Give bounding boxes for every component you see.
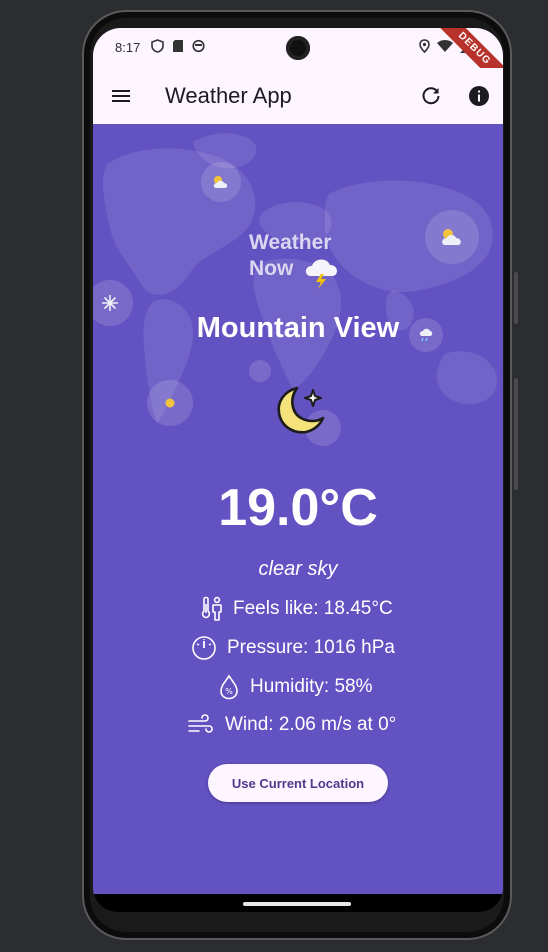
feels-like-row: Feels like: 18.45°C bbox=[199, 596, 393, 622]
wind-row: Wind: 2.06 m/s at 0° bbox=[187, 713, 396, 737]
info-icon[interactable] bbox=[467, 84, 491, 108]
use-current-location-button[interactable]: Use Current Location bbox=[208, 764, 388, 802]
partly-cloudy-icon bbox=[213, 176, 228, 188]
pressure-gauge-icon bbox=[192, 636, 216, 660]
system-nav-bar bbox=[93, 894, 503, 912]
pressure-row: Pressure: 1016 hPa bbox=[191, 635, 395, 661]
feels-like-text: Feels like: 18.45°C bbox=[233, 598, 393, 619]
location-icon bbox=[419, 39, 430, 53]
svg-text:%: % bbox=[225, 687, 233, 696]
bubble-partly-cloudy bbox=[201, 162, 241, 202]
moon-star-icon bbox=[277, 386, 325, 434]
front-camera bbox=[286, 36, 310, 60]
weather-description: clear sky bbox=[258, 558, 338, 580]
app-bar: Weather App bbox=[93, 68, 503, 124]
wind-text: Wind: 2.06 m/s at 0° bbox=[225, 714, 397, 735]
status-bar: 8:17 DEBUG bbox=[93, 28, 503, 95]
city-name: Mountain View bbox=[196, 312, 400, 344]
device-screen: 8:17 DEBUG Weather App Weather Now Mount… bbox=[93, 28, 503, 912]
cloud-sun-icon bbox=[442, 229, 461, 245]
menu-icon[interactable] bbox=[109, 84, 133, 108]
status-time: 8:17 bbox=[115, 40, 141, 55]
sd-card-icon bbox=[173, 40, 183, 52]
thermometer-person-icon bbox=[201, 596, 222, 621]
bubble-cloudy bbox=[425, 210, 479, 264]
refresh-icon[interactable] bbox=[419, 84, 443, 108]
shield-icon bbox=[151, 39, 164, 53]
humidity-drop-icon: % bbox=[220, 674, 238, 700]
app-title: Weather App bbox=[165, 83, 292, 108]
temperature: 19.0°C bbox=[218, 479, 378, 537]
humidity-text: Humidity: 58% bbox=[250, 676, 373, 697]
wifi-icon bbox=[437, 39, 453, 52]
bubble-sun bbox=[147, 380, 193, 426]
wind-icon bbox=[188, 714, 213, 733]
bubble-small bbox=[249, 360, 271, 382]
weather-content: Weather Now Mountain View 19.0°C clear s… bbox=[93, 124, 503, 894]
sun-icon bbox=[165, 398, 175, 408]
pressure-text: Pressure: 1016 hPa bbox=[227, 637, 395, 658]
home-gesture-handle[interactable] bbox=[243, 902, 351, 906]
volume-button bbox=[514, 272, 518, 324]
face-icon bbox=[192, 39, 205, 53]
logo-line-2: Now bbox=[249, 257, 294, 280]
humidity-row: % Humidity: 58% bbox=[218, 674, 373, 700]
weather-now-logo: Weather Now bbox=[247, 230, 357, 290]
snowflake-icon bbox=[102, 295, 118, 311]
logo-line-1: Weather bbox=[249, 231, 332, 254]
storm-cloud-icon bbox=[305, 259, 338, 289]
power-button bbox=[514, 378, 518, 490]
